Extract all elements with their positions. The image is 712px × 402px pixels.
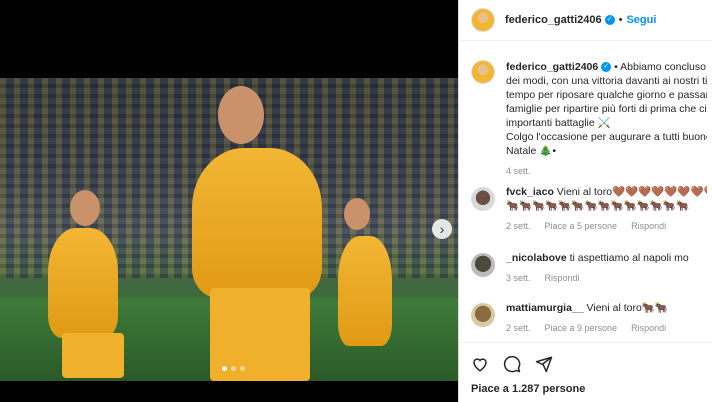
reply-button[interactable]: Rispondi [631,221,666,231]
player-main [192,148,322,298]
comment-body: Vieni al toro🤎🤎🤎🤎🤎🤎🤎🤎🤎 [556,186,707,198]
comment-time[interactable]: 3 sett. [506,273,531,283]
comment-username[interactable]: mattiamurgia__ [506,302,584,314]
comment-body: 🐂🐂🐂🐂🐂🐂🐂🐂🐂🐂🐂🐂🐂🐂 [506,200,690,212]
comment-body: ti aspettiamo al napoli mo [569,252,689,264]
post-panel: federico_gatti2406 ✓ • Segui federico_ga… [458,0,712,402]
caption-meta: 4 sett. [506,166,707,176]
carousel-dots [222,366,245,371]
caption-username[interactable]: federico_gatti2406 [506,61,598,73]
reply-button[interactable]: Rispondi [631,323,666,333]
caption-line: tempo per riposare qualche giorno e pass… [506,89,707,101]
commenter-avatar[interactable] [471,303,495,327]
player-right-head [344,198,370,230]
post-photo [0,78,458,381]
player-right [338,236,392,346]
comment-icon[interactable] [503,355,521,373]
verified-badge-icon: ✓ [601,62,612,73]
comment: _nicolabove ti aspettiamo al napoli mo 3… [459,251,712,283]
caption-line: Colgo l'occasione per augurare a tutti b… [506,131,707,143]
comment-text: mattiamurgia__ Vieni al toro🐂🐂 [506,301,707,315]
share-icon[interactable] [535,355,553,373]
caption-time[interactable]: 4 sett. [506,166,531,176]
comment-likes[interactable]: Piace a 9 persone [545,323,618,333]
follow-button[interactable]: Segui [626,14,656,26]
author-username[interactable]: federico_gatti2406 [505,14,602,26]
comment-likes[interactable]: Piace a 5 persone [545,221,618,231]
author-avatar[interactable] [471,8,495,32]
caption-line: importanti battaglie ⚔️ [506,117,611,129]
carousel-dot [231,366,236,371]
separator: • [618,14,623,26]
caption: federico_gatti2406 ✓ • Abbiamo concluso l… [459,60,712,176]
comment-username[interactable]: _nicolabove [506,252,567,264]
carousel-dot [240,366,245,371]
comment-time[interactable]: 2 sett. [506,323,531,333]
comment-body: Vieni al toro🐂🐂 [586,302,668,314]
action-icons [471,353,701,375]
verified-badge-icon: ✓ [604,15,615,25]
post-likes[interactable]: Piace a 1.287 persone [471,383,701,395]
comment-meta: 2 sett. Piace a 9 persone Rispondi [506,323,707,333]
commenter-avatar[interactable] [471,187,495,211]
comment-time[interactable]: 2 sett. [506,221,531,231]
commenter-avatar[interactable] [471,253,495,277]
carousel-dot [222,366,227,371]
post-media: › [0,0,458,402]
comment-username[interactable]: fvck_iaco [506,186,554,198]
next-slide-button[interactable]: › [432,219,452,239]
player-left-shorts [62,333,124,378]
caption-separator: • [614,61,618,73]
caption-line: famiglie per ripartire più forti di prim… [506,103,707,115]
caption-line: Abbiamo concluso l' [620,61,707,73]
caption-line: Natale 🎄• [506,145,557,157]
comment-meta: 2 sett. Piace a 5 persone Rispondi [506,221,707,231]
comment: mattiamurgia__ Vieni al toro🐂🐂 2 sett. P… [459,301,712,333]
action-bar: Piace a 1.287 persone [459,342,712,395]
comment-text: fvck_iaco Vieni al toro🤎🤎🤎🤎🤎🤎🤎🤎🤎 [506,185,707,199]
caption-text: federico_gatti2406 ✓ • Abbiamo concluso l… [506,60,707,74]
comment-text: _nicolabove ti aspettiamo al napoli mo [506,251,707,265]
player-left [48,228,118,338]
player-left-head [70,190,100,226]
post-header: federico_gatti2406 ✓ • Segui [459,0,712,41]
reply-button[interactable]: Rispondi [545,273,580,283]
heart-icon[interactable] [471,355,489,373]
player-main-head [218,86,264,144]
comment-meta: 3 sett. Rispondi [506,273,707,283]
comment: fvck_iaco Vieni al toro🤎🤎🤎🤎🤎🤎🤎🤎🤎 🐂🐂🐂🐂🐂🐂🐂… [459,185,712,231]
caption-line: dei modi, con una vittoria davanti ai no… [506,75,707,87]
caption-avatar[interactable] [471,60,495,84]
